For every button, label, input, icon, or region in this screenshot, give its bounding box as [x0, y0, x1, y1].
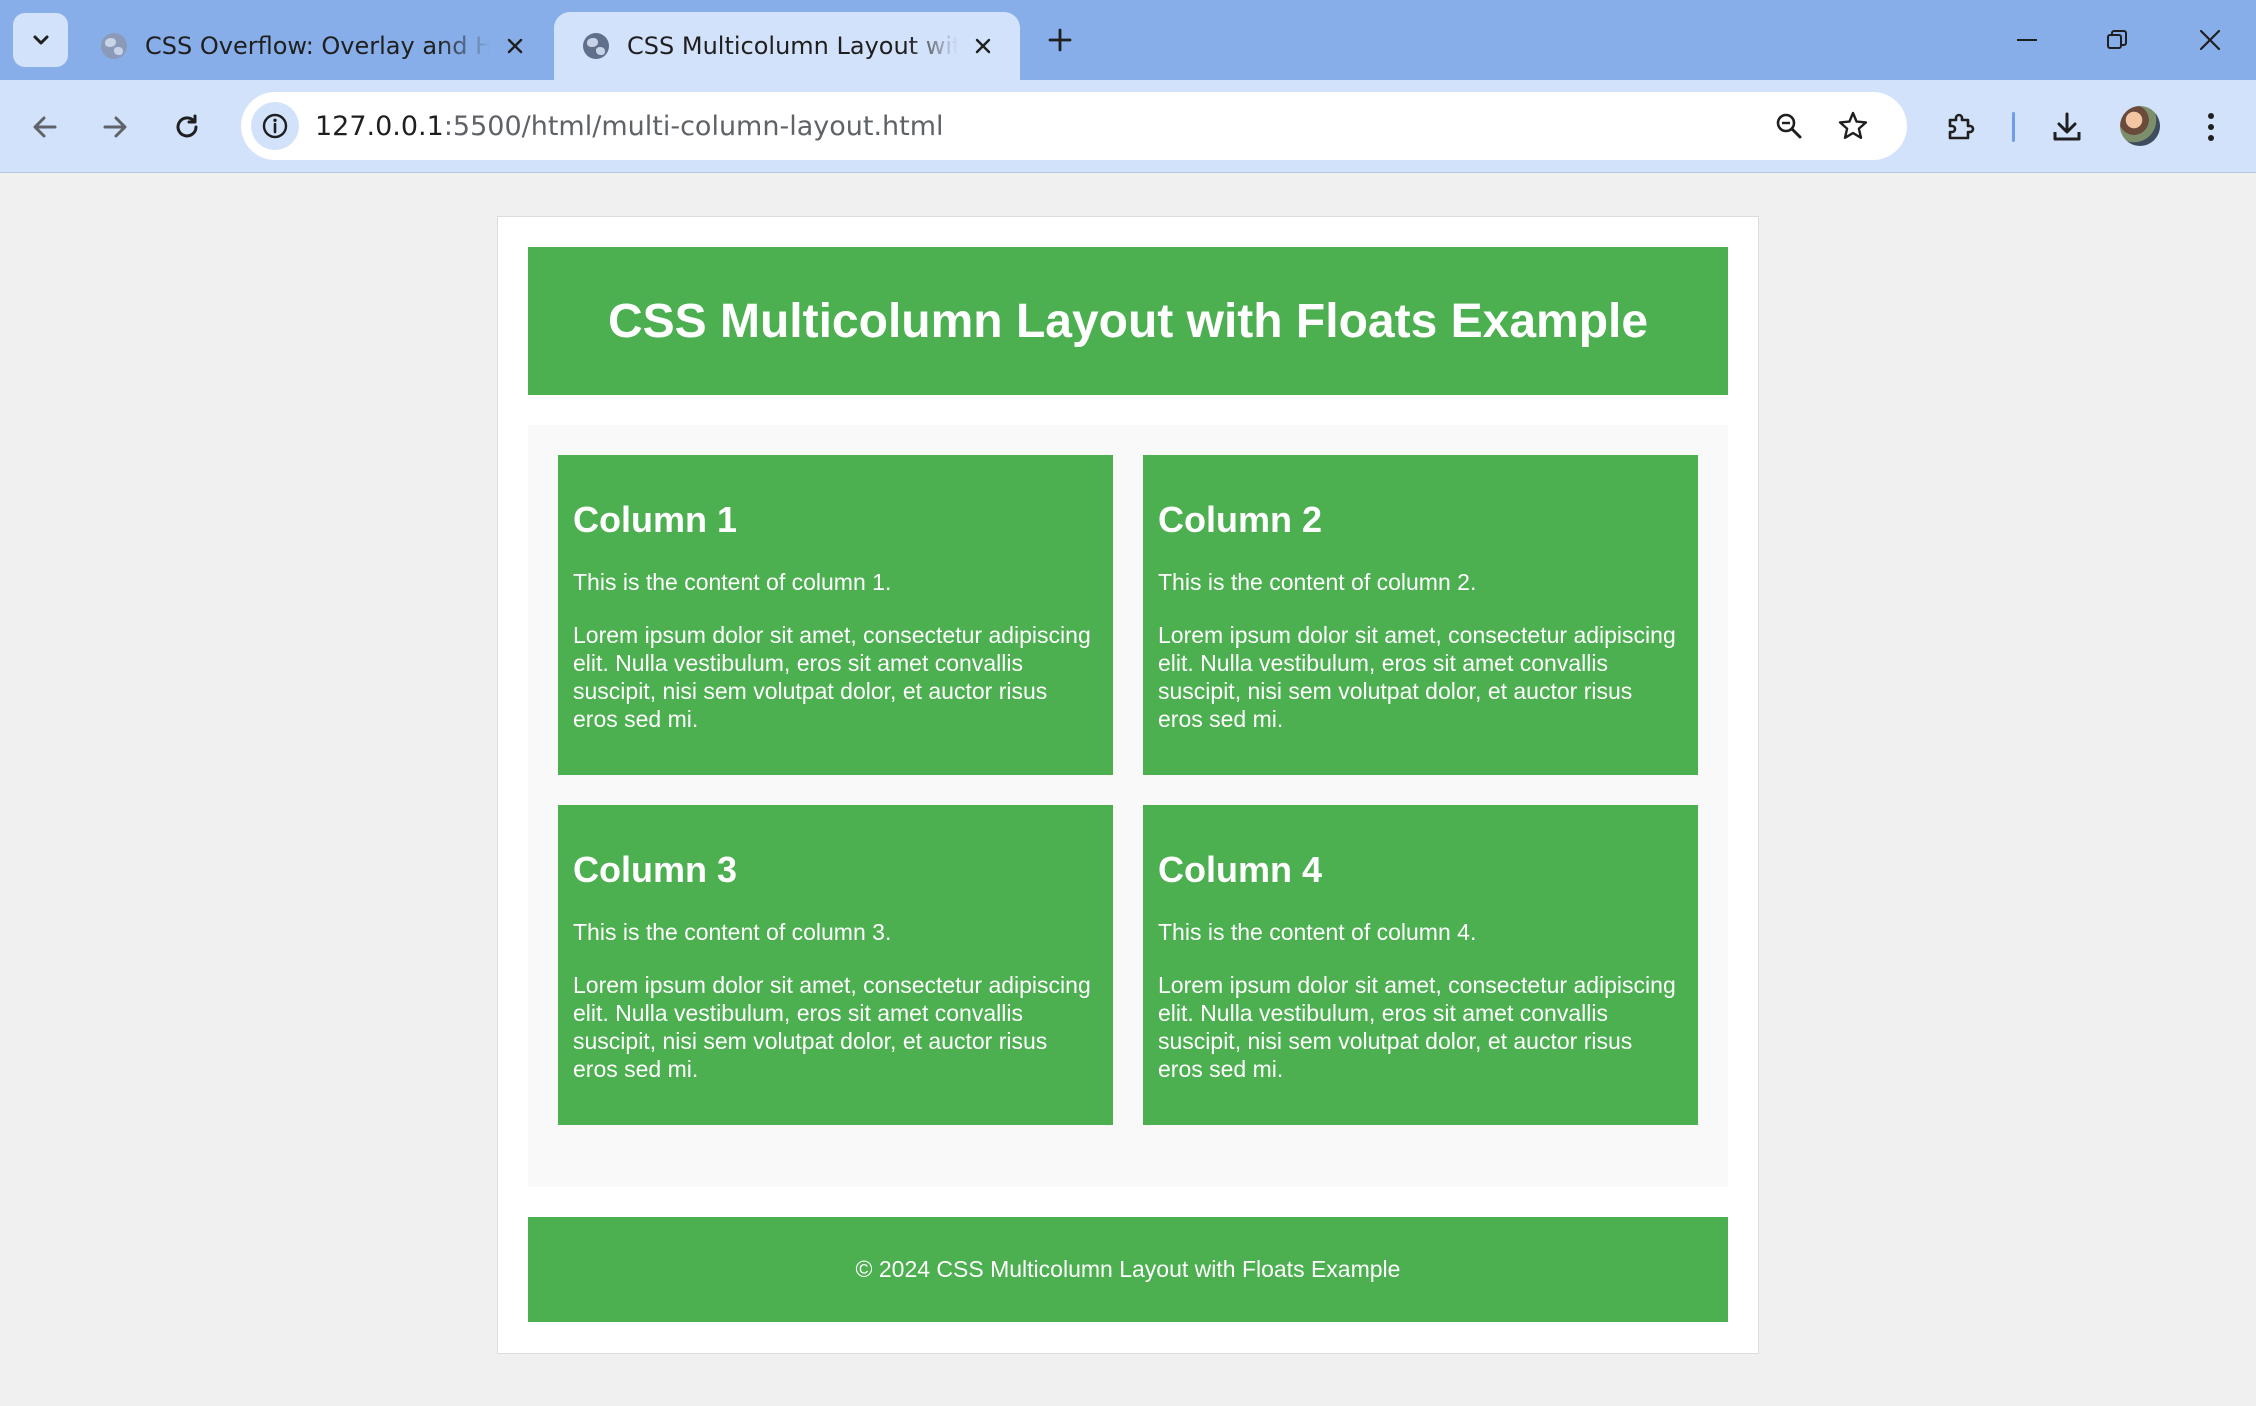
puzzle-icon [1944, 110, 1978, 144]
back-button[interactable] [20, 102, 70, 152]
downloads-button[interactable] [2042, 102, 2092, 152]
new-tab-button[interactable] [1040, 20, 1080, 60]
reload-icon [172, 112, 202, 142]
url-host: 127.0.0.1 [315, 110, 444, 142]
column-intro: This is the content of column 1. [573, 569, 892, 595]
url-path: :5500/html/multi-column-layout.html [443, 110, 944, 142]
column-intro: This is the content of column 3. [573, 919, 892, 945]
column-card: Column 2 This is the content of column 2… [1143, 455, 1698, 775]
close-icon[interactable] [500, 31, 530, 61]
plus-icon [1047, 27, 1073, 53]
page-title: CSS Multicolumn Layout with Floats Examp… [607, 294, 1649, 348]
column-intro: This is the content of column 4. [1158, 919, 1477, 945]
zoom-icon [1774, 111, 1804, 141]
minimize-icon [2015, 28, 2039, 52]
tab-multicolumn-layout[interactable]: CSS Multicolumn Layout with Floats Examp… [554, 12, 1020, 80]
close-icon[interactable] [968, 31, 998, 61]
arrow-right-icon [100, 112, 130, 142]
footer-copyright: © 2024 CSS Multicolumn Layout with Float… [855, 1256, 1401, 1282]
minimize-button[interactable] [1999, 14, 2055, 66]
page-viewport: CSS Multicolumn Layout with Floats Examp… [0, 174, 2256, 1406]
column-heading: Column 3 [573, 849, 738, 890]
column-body: Lorem ipsum dolor sit amet, consectetur … [1158, 972, 1676, 1082]
column-heading: Column 1 [573, 499, 738, 540]
reload-button[interactable] [162, 102, 212, 152]
star-icon [1837, 110, 1869, 142]
column-card: Column 4 This is the content of column 4… [1143, 805, 1698, 1125]
chevron-down-icon [30, 29, 52, 51]
tab-title: CSS Overflow: Overlay and Hidden [145, 32, 490, 60]
column-body: Lorem ipsum dolor sit amet, consectetur … [1158, 622, 1676, 732]
zoom-button[interactable] [1767, 104, 1811, 148]
column-card: Column 1 This is the content of column 1… [558, 455, 1113, 775]
browser-menu-button[interactable] [2186, 102, 2236, 152]
tab-strip: CSS Overflow: Overlay and Hidden CSS Mul… [0, 0, 2256, 80]
column-body: Lorem ipsum dolor sit amet, consectetur … [573, 972, 1091, 1082]
page-header: CSS Multicolumn Layout with Floats Examp… [528, 247, 1728, 395]
site-info-button[interactable] [251, 102, 299, 150]
bookmark-button[interactable] [1831, 104, 1875, 148]
globe-icon [101, 33, 127, 59]
kebab-menu-icon [2206, 111, 2216, 143]
download-icon [2050, 110, 2084, 144]
restore-button[interactable] [2089, 14, 2145, 66]
tab-title: CSS Multicolumn Layout with Floats Examp… [627, 32, 958, 60]
close-window-button[interactable] [2182, 14, 2238, 66]
globe-icon [583, 33, 609, 59]
column-card: Column 3 This is the content of column 3… [558, 805, 1113, 1125]
address-bar[interactable]: 127.0.0.1:5500/html/multi-column-layout.… [241, 92, 1907, 160]
restore-icon [2105, 28, 2129, 52]
url-text[interactable]: 127.0.0.1:5500/html/multi-column-layout.… [315, 92, 944, 160]
page-container: CSS Multicolumn Layout with Floats Examp… [497, 216, 1759, 1354]
browser-toolbar: 127.0.0.1:5500/html/multi-column-layout.… [0, 80, 2256, 173]
tab-css-overflow[interactable]: CSS Overflow: Overlay and Hidden [72, 12, 552, 80]
close-icon [2198, 28, 2222, 52]
page-footer: © 2024 CSS Multicolumn Layout with Float… [528, 1217, 1728, 1322]
column-heading: Column 2 [1158, 499, 1323, 540]
extensions-button[interactable] [1936, 102, 1986, 152]
column-heading: Column 4 [1158, 849, 1323, 890]
columns-section: Column 1 This is the content of column 1… [528, 425, 1728, 1187]
column-body: Lorem ipsum dolor sit amet, consectetur … [573, 622, 1091, 732]
info-icon [261, 112, 289, 140]
profile-avatar[interactable] [2120, 106, 2160, 146]
arrow-left-icon [30, 112, 60, 142]
toolbar-divider [2012, 112, 2015, 142]
tab-search-button[interactable] [13, 13, 68, 67]
forward-button[interactable] [90, 102, 140, 152]
column-intro: This is the content of column 2. [1158, 569, 1477, 595]
